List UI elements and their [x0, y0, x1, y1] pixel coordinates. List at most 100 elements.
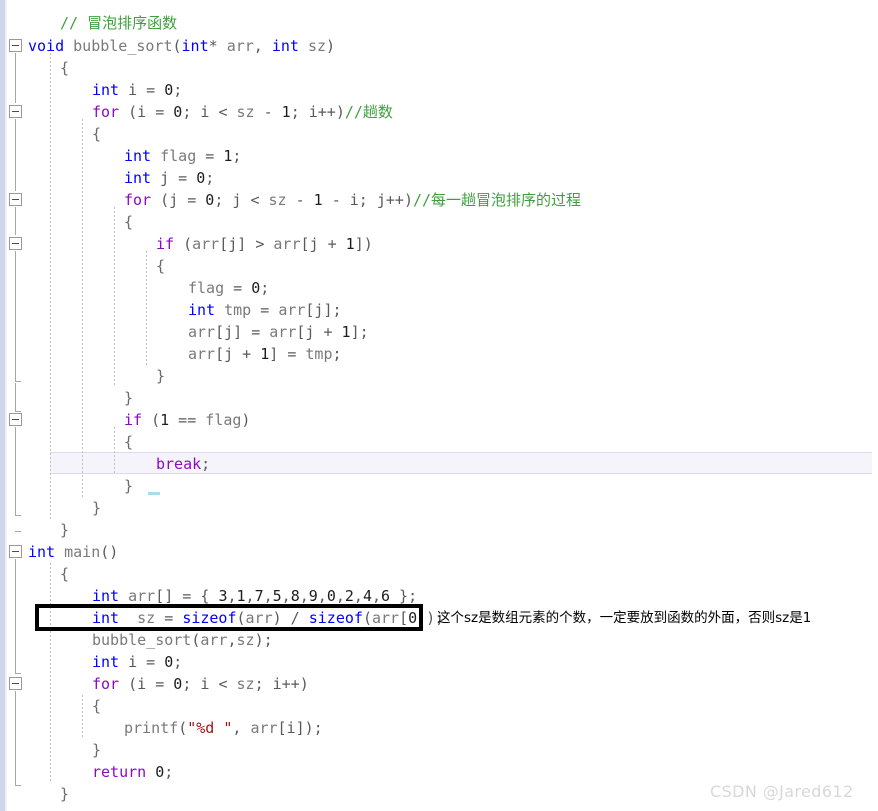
collapse-minus-icon[interactable] — [9, 39, 22, 52]
code-line[interactable]: void bubble_sort(int* arr, int sz) — [28, 35, 335, 57]
fold-guide-line — [15, 207, 16, 235]
code-text-surface[interactable]: // 冒泡排序函数 void bubble_sort(int* arr, int … — [28, 0, 878, 811]
code-token: - — [286, 191, 314, 209]
code-line[interactable]: { — [60, 563, 69, 585]
indent-guide-line — [146, 251, 147, 365]
collapse-minus-icon[interactable] — [9, 193, 22, 206]
code-line[interactable]: } — [124, 475, 133, 497]
indent-guide-line — [114, 427, 115, 475]
code-token: 0 — [205, 191, 215, 209]
code-line[interactable]: { — [60, 57, 69, 79]
fold-guide-line — [15, 251, 16, 381]
code-token: * — [208, 37, 227, 55]
code-line[interactable]: } — [60, 783, 69, 805]
code-token: ; — [205, 169, 215, 187]
code-token: [j] = — [215, 323, 270, 341]
collapse-minus-icon[interactable] — [9, 545, 22, 558]
collapse-minus-icon[interactable] — [9, 237, 22, 250]
code-token: int — [92, 587, 120, 605]
code-token: = — [251, 301, 279, 319]
code-token: (i = — [119, 675, 174, 693]
collapse-minus-icon[interactable] — [9, 413, 22, 426]
code-line[interactable]: { — [124, 431, 133, 453]
code-token: int — [28, 543, 56, 561]
code-token: , — [371, 587, 381, 605]
code-token: } — [92, 499, 102, 517]
code-line[interactable]: int j = 0; — [124, 167, 214, 189]
code-token: int — [124, 169, 152, 187]
code-line[interactable]: } — [92, 739, 101, 761]
code-line[interactable]: { — [92, 695, 101, 717]
code-token: , — [263, 587, 273, 605]
code-line[interactable]: { — [156, 255, 165, 277]
code-folding-column[interactable] — [7, 0, 28, 811]
code-line[interactable]: } — [92, 497, 101, 519]
code-line[interactable]: int tmp = arr[j]; — [188, 299, 342, 321]
code-line[interactable]: for (i = 0; i < sz - 1; i++)//趟数 — [92, 101, 393, 123]
code-line[interactable]: arr[j + 1] = tmp; — [188, 343, 342, 365]
code-token: void — [28, 37, 65, 55]
code-line[interactable]: if (1 == flag) — [124, 409, 250, 431]
code-token: - i; j++) — [322, 191, 413, 209]
code-token: break — [156, 455, 202, 473]
code-line[interactable]: { — [92, 123, 101, 145]
code-line[interactable]: } — [124, 387, 133, 409]
code-line[interactable]: arr[j] = arr[j + 1]; — [188, 321, 369, 343]
code-token: 1 — [341, 323, 351, 341]
code-token: ]) — [354, 235, 373, 253]
code-line[interactable]: printf("%d ", arr[i]); — [124, 717, 323, 739]
code-token: arr — [278, 301, 306, 319]
code-line[interactable]: int main() — [28, 541, 118, 563]
code-token: } — [124, 389, 134, 407]
code-token: 1 — [160, 411, 170, 429]
code-line[interactable]: int i = 0; — [92, 651, 182, 673]
code-token: arr — [192, 235, 220, 253]
code-line[interactable]: // 冒泡排序函数 — [60, 12, 177, 34]
code-token: ( — [172, 37, 182, 55]
code-token: arr — [273, 235, 301, 253]
code-line[interactable]: for (i = 0; i < sz; i++) — [92, 673, 309, 695]
code-token: ( — [142, 411, 161, 429]
code-token: ); — [254, 631, 273, 649]
code-token: , — [335, 587, 345, 605]
code-token: , — [281, 587, 291, 605]
fold-guide-line — [15, 691, 16, 785]
code-token: ( — [174, 235, 193, 253]
code-line[interactable]: flag = 0; — [188, 277, 269, 299]
code-token: 7 — [254, 587, 264, 605]
collapse-minus-icon[interactable] — [9, 105, 22, 118]
code-token: if — [124, 411, 143, 429]
code-line[interactable]: { — [124, 211, 133, 233]
code-line[interactable]: for (j = 0; j < sz - 1 - i; j++)//每一趟冒泡排… — [124, 189, 581, 211]
code-token: = — [224, 279, 252, 297]
code-token: () — [100, 543, 119, 561]
code-token: //每一趟冒泡排序的过程 — [413, 191, 582, 209]
code-line[interactable]: if (arr[j] > arr[j + 1]) — [156, 233, 373, 255]
code-line[interactable]: int i = 0; — [92, 79, 182, 101]
fold-region-end-tick — [15, 531, 21, 532]
code-line[interactable]: int flag = 1; — [124, 145, 241, 167]
code-token: ; i — [182, 103, 219, 121]
code-token: { — [60, 59, 70, 77]
code-line[interactable]: } — [60, 519, 69, 541]
code-token: tmp — [305, 345, 333, 363]
code-line[interactable]: return 0; — [92, 761, 173, 783]
code-token: { — [60, 565, 70, 583]
code-token: [j + — [215, 345, 261, 363]
code-token: 0 — [251, 279, 261, 297]
code-line[interactable]: bubble_sort(arr,sz); — [92, 629, 273, 651]
code-line[interactable]: } — [156, 365, 165, 387]
code-token: int — [188, 301, 216, 319]
code-token: 1 — [345, 235, 355, 253]
collapse-minus-icon[interactable] — [9, 677, 22, 690]
code-token: , — [299, 587, 309, 605]
code-token: ]; — [350, 323, 369, 341]
code-line[interactable]: break; — [156, 453, 210, 475]
code-token: ] = — [269, 345, 306, 363]
code-token: "%d " — [187, 719, 233, 737]
